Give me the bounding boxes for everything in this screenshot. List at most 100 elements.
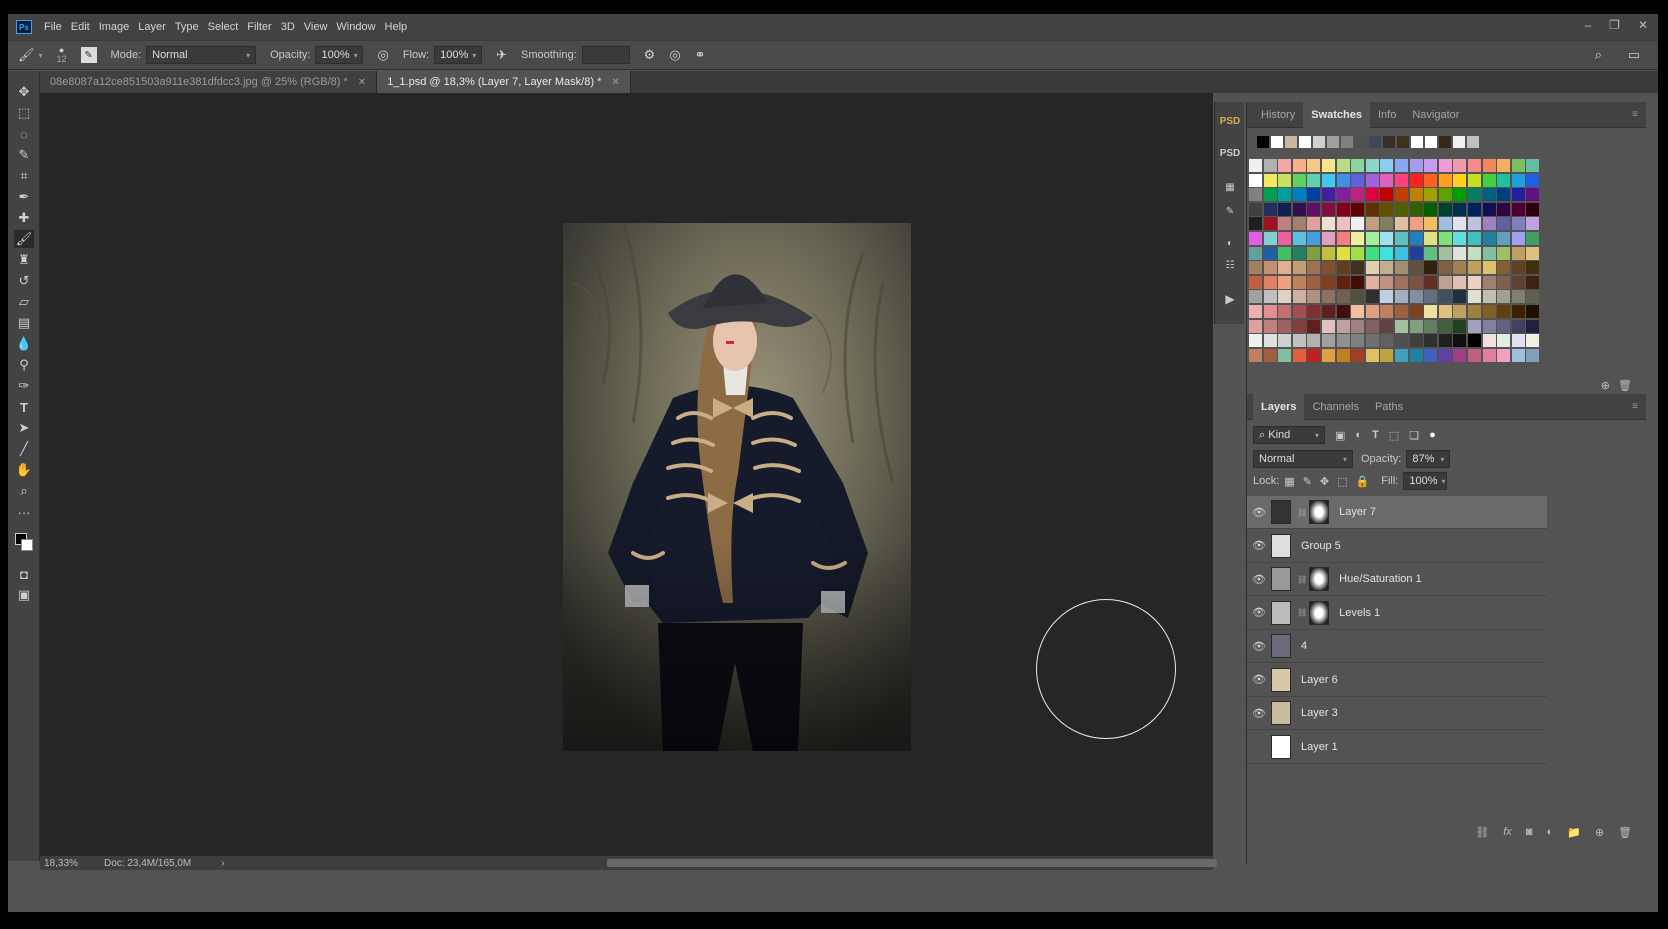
color-swatch[interactable] — [1394, 319, 1408, 333]
mask-link-icon[interactable]: ⛓ — [1297, 575, 1307, 584]
color-swatch[interactable] — [1511, 334, 1525, 348]
color-swatch[interactable] — [1292, 348, 1306, 362]
color-swatch[interactable] — [1278, 246, 1292, 260]
color-swatch[interactable] — [1278, 334, 1292, 348]
color-swatch[interactable] — [1424, 319, 1438, 333]
color-swatch[interactable] — [1467, 188, 1481, 202]
color-swatch[interactable] — [1380, 290, 1394, 304]
layer-thumbnail[interactable] — [1271, 500, 1291, 524]
menu-image[interactable]: Image — [99, 21, 139, 33]
color-swatch[interactable] — [1394, 304, 1408, 318]
color-swatch[interactable] — [1292, 217, 1306, 231]
layer-name[interactable]: Layer 3 — [1301, 707, 1338, 719]
color-swatch[interactable] — [1526, 275, 1540, 289]
color-swatch[interactable] — [1438, 159, 1452, 172]
color-swatch[interactable] — [1526, 217, 1540, 231]
color-swatch[interactable] — [1482, 217, 1496, 231]
play-actions-icon[interactable]: ▶ — [1219, 288, 1241, 310]
panel-menu-icon[interactable]: ≡ — [1632, 109, 1638, 120]
color-swatch[interactable] — [1321, 290, 1335, 304]
color-swatch[interactable] — [1321, 231, 1335, 245]
color-swatch[interactable] — [1365, 188, 1379, 202]
layer-thumbnail[interactable] — [1271, 600, 1291, 625]
color-swatch[interactable] — [1336, 319, 1350, 333]
fx-icon[interactable]: fx — [1503, 826, 1512, 839]
menu-help[interactable]: Help — [385, 21, 417, 33]
color-swatch[interactable] — [1409, 159, 1423, 172]
color-swatch[interactable] — [1351, 173, 1365, 187]
recent-swatch[interactable] — [1355, 136, 1367, 148]
layer-row[interactable]: Layer 1 — [1247, 731, 1547, 764]
color-swatch[interactable] — [1321, 217, 1335, 231]
color-swatch[interactable] — [1482, 202, 1496, 216]
color-swatch[interactable] — [1307, 202, 1321, 216]
color-swatch[interactable] — [1263, 290, 1277, 304]
color-swatch[interactable] — [1482, 231, 1496, 245]
layer-thumbnail[interactable] — [1271, 734, 1291, 759]
tab-info[interactable]: Info — [1370, 102, 1404, 128]
color-swatch[interactable] — [1409, 348, 1423, 362]
color-swatch[interactable] — [1263, 188, 1277, 202]
layer-row[interactable]: 👁 ⛓ Layer 7 — [1247, 496, 1547, 529]
color-swatch[interactable] — [1526, 173, 1540, 187]
color-swatch[interactable] — [1263, 319, 1277, 333]
color-swatch[interactable] — [1424, 159, 1438, 172]
color-swatch[interactable] — [1249, 319, 1262, 333]
color-swatch[interactable] — [1292, 275, 1306, 289]
tab-navigator[interactable]: Navigator — [1404, 102, 1467, 128]
color-swatch[interactable] — [1467, 231, 1481, 245]
recent-swatch[interactable] — [1369, 136, 1381, 148]
color-swatch[interactable] — [1482, 159, 1496, 172]
color-swatch[interactable] — [1249, 217, 1262, 231]
trash-icon[interactable]: 🗑 — [1618, 826, 1632, 839]
color-swatch[interactable] — [1263, 304, 1277, 318]
color-swatch[interactable] — [1292, 159, 1306, 172]
color-swatch[interactable] — [1511, 348, 1525, 362]
color-swatch[interactable] — [1438, 246, 1452, 260]
color-swatch[interactable] — [1409, 231, 1423, 245]
color-swatch[interactable] — [1438, 217, 1452, 231]
color-swatch[interactable] — [1263, 246, 1277, 260]
color-swatch[interactable] — [1351, 231, 1365, 245]
gradient-tool-icon[interactable]: ▤ — [14, 314, 34, 332]
color-swatch[interactable] — [1336, 188, 1350, 202]
tab-paths[interactable]: Paths — [1367, 394, 1411, 420]
color-swatch[interactable] — [1394, 246, 1408, 260]
filter-adjustment-icon[interactable]: ◐ — [1355, 429, 1362, 441]
filter-shape-icon[interactable]: ⬚ — [1389, 429, 1399, 442]
color-swatch[interactable] — [1278, 348, 1292, 362]
color-swatch[interactable] — [1365, 319, 1379, 333]
menu-filter[interactable]: Filter — [247, 21, 280, 33]
color-swatch[interactable] — [1497, 334, 1511, 348]
color-swatch[interactable] — [1351, 246, 1365, 260]
color-swatch[interactable] — [1497, 319, 1511, 333]
layer-row[interactable]: 👁 Layer 6 — [1247, 664, 1547, 697]
path-selection-tool-icon[interactable]: ➤ — [14, 419, 34, 437]
color-swatch[interactable] — [1526, 159, 1540, 172]
color-swatch[interactable] — [1453, 159, 1467, 172]
color-swatch[interactable] — [1278, 202, 1292, 216]
color-swatch[interactable] — [1380, 231, 1394, 245]
color-swatch[interactable] — [1526, 188, 1540, 202]
color-swatch[interactable] — [1409, 334, 1423, 348]
color-swatch[interactable] — [1249, 188, 1262, 202]
marquee-tool-icon[interactable]: ⬚ — [14, 104, 34, 122]
tab-document-2[interactable]: 1_1.psd @ 18,3% (Layer 7, Layer Mask/8) … — [377, 71, 631, 93]
psd-file-icon-2[interactable]: PSD — [1219, 142, 1241, 164]
healing-brush-tool-icon[interactable]: ✚ — [14, 209, 34, 227]
color-swatch[interactable] — [1365, 304, 1379, 318]
color-swatch[interactable] — [1278, 275, 1292, 289]
color-swatch[interactable] — [1467, 319, 1481, 333]
color-swatch[interactable] — [1438, 231, 1452, 245]
color-swatch[interactable] — [1307, 275, 1321, 289]
color-swatch[interactable] — [1351, 202, 1365, 216]
color-swatch[interactable] — [1249, 348, 1262, 362]
recent-swatch[interactable] — [1439, 136, 1451, 148]
color-swatch[interactable] — [1511, 290, 1525, 304]
color-swatch[interactable] — [1453, 231, 1467, 245]
color-swatch[interactable] — [1263, 217, 1277, 231]
color-swatch[interactable] — [1453, 261, 1467, 275]
recent-swatch[interactable] — [1467, 136, 1479, 148]
color-swatch[interactable] — [1438, 319, 1452, 333]
new-group-icon[interactable]: 📁 — [1567, 826, 1581, 839]
